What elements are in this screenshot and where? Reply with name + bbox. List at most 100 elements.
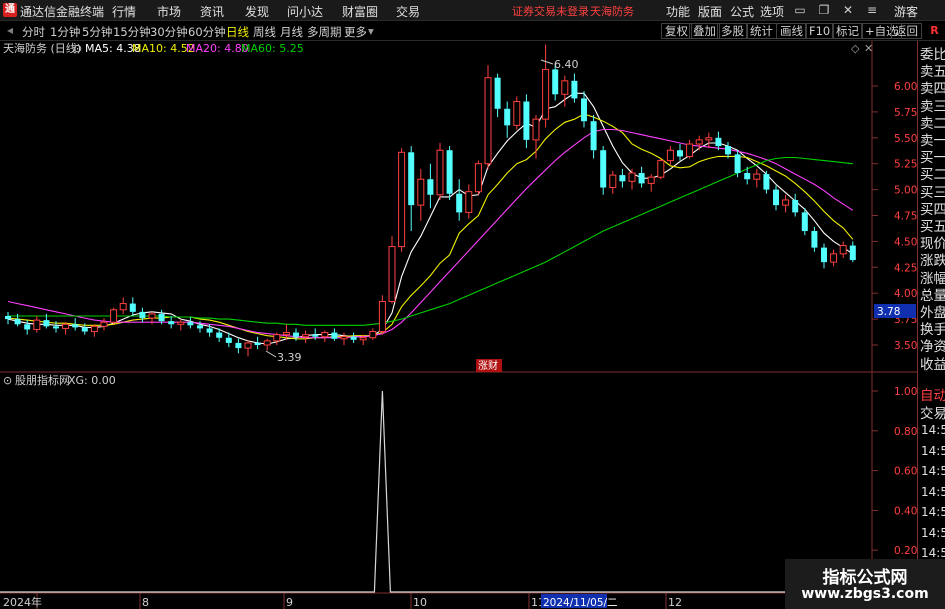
side-r-button[interactable]: R <box>924 22 945 40</box>
period-1min[interactable]: 1分钟 <box>50 24 80 40</box>
candle-body <box>849 245 856 261</box>
price-tick-label: 3.50 <box>894 340 917 352</box>
trade-time: 14:56 <box>921 464 945 478</box>
candle-body <box>715 137 722 147</box>
main-chart-name: 天海防务 (日线) <box>3 41 81 55</box>
candle-body <box>619 175 626 182</box>
candle-body <box>417 178 425 206</box>
candle-body <box>359 337 367 341</box>
price-tick-label: 5.50 <box>894 133 917 145</box>
candle-body <box>705 137 713 141</box>
menu-ask[interactable]: 问小达 <box>287 3 323 20</box>
candle-body <box>5 315 11 320</box>
stats-button[interactable]: 统计 <box>746 23 777 39</box>
candle-body <box>763 174 770 190</box>
period-timeshare[interactable]: 分时 <box>22 24 45 40</box>
period-more[interactable]: 更多 <box>344 24 367 40</box>
trade-time: 14:56 <box>921 443 945 458</box>
menu-quotes[interactable]: 行情 <box>112 3 136 20</box>
candle-body <box>494 77 501 109</box>
candle-body <box>734 154 741 174</box>
draw-button[interactable]: 画线 <box>776 23 807 39</box>
candle-body <box>235 342 242 349</box>
period-5min[interactable]: 5分钟 <box>82 24 112 40</box>
mark-button[interactable]: 标记 <box>832 23 863 39</box>
trade-time: 14:56 <box>921 525 945 540</box>
cursor-date: 2024/11/05/二 <box>543 597 618 609</box>
menu-options[interactable]: 选项 <box>760 3 784 20</box>
candle-body <box>369 331 377 339</box>
candle-body <box>388 246 396 302</box>
xg-tick-label: 0.80 <box>894 426 917 438</box>
candle-body <box>677 150 683 157</box>
close-pane-icon[interactable]: ✕ <box>864 42 873 55</box>
arrow-left-icon[interactable]: ◂ <box>2 23 18 38</box>
adjust-button[interactable]: 复权 <box>661 23 692 39</box>
period-30min[interactable]: 30分钟 <box>150 24 188 40</box>
candle-body <box>350 336 357 340</box>
menu-icon[interactable]: ≡ <box>864 3 880 18</box>
diamond-icon[interactable]: ◇ <box>851 42 860 55</box>
period-weekly[interactable]: 周线 <box>253 24 276 40</box>
menu-wealth[interactable]: 财富圈 <box>342 3 378 20</box>
candle-body <box>725 146 731 155</box>
event-tag[interactable]: 涨财 <box>478 359 498 372</box>
date-label: 8 <box>142 596 149 609</box>
stock-title: 天海防务 <box>590 5 634 18</box>
candle-body <box>446 150 453 194</box>
date-label: 10 <box>413 596 427 609</box>
back-button[interactable]: 返回 <box>891 23 922 39</box>
menu-formula[interactable]: 公式 <box>730 3 754 20</box>
menu-layout[interactable]: 版面 <box>698 3 722 20</box>
menu-discover[interactable]: 发现 <box>245 3 269 20</box>
candle-body <box>158 313 165 322</box>
minimize-icon[interactable]: ▭ <box>792 3 808 18</box>
candle-body <box>72 324 79 328</box>
settings-circle-icon[interactable]: ⊙ <box>3 374 12 387</box>
main-info-bar: 天海防务 (日线) ⊙ MA5: 4.38 MA10: 4.52 MA20: 4… <box>3 41 873 55</box>
candle-body <box>408 152 415 206</box>
period-daily[interactable]: 日线 <box>226 24 249 40</box>
period-monthly[interactable]: 月线 <box>280 24 303 40</box>
xg-plot <box>0 390 870 593</box>
xg-label: XG: 0.00 <box>68 374 116 387</box>
candle-body <box>744 173 751 180</box>
date-label: 12 <box>668 596 682 609</box>
candle-body <box>773 189 779 206</box>
login-status[interactable]: 证券交易未登录 <box>512 3 589 19</box>
candle-body <box>695 139 703 145</box>
price-tick-label: 6.00 <box>894 81 917 93</box>
multi-stock-button[interactable]: 多股 <box>717 23 748 39</box>
period-toolbar: ◂ 分时 1分钟 5分钟 15分钟 30分钟 60分钟 日线 周线 月线 多周期… <box>0 21 945 41</box>
candle-body <box>168 321 175 325</box>
period-60min[interactable]: 60分钟 <box>188 24 226 40</box>
restore-icon[interactable]: ❐ <box>816 3 832 18</box>
auto-trade-label[interactable]: 自动 <box>920 384 945 404</box>
overlay-button[interactable]: 叠加 <box>689 23 720 39</box>
guest-label[interactable]: 游客 <box>894 3 918 20</box>
low-label: 3.39 <box>277 351 302 364</box>
settings-circle-icon[interactable]: ⊙ <box>73 42 82 55</box>
candle-body <box>427 179 434 195</box>
current-price: 3.78 <box>877 306 900 318</box>
menu-trade[interactable]: 交易 <box>396 3 420 20</box>
menu-market[interactable]: 市场 <box>157 3 181 20</box>
kline-chart[interactable]: 6.005.755.505.255.004.754.504.254.003.75… <box>0 41 917 609</box>
more-dropdown-icon[interactable]: ▾ <box>368 24 374 38</box>
candle-body <box>263 340 271 346</box>
menu-function[interactable]: 功能 <box>666 3 690 20</box>
period-multi[interactable]: 多周期 <box>307 24 342 40</box>
close-icon[interactable]: ✕ <box>840 3 856 18</box>
sub-info-bar: ⊙ 股朋指标网 XG: 0.00 <box>3 373 116 387</box>
candle-body <box>504 108 511 126</box>
menu-news[interactable]: 资讯 <box>200 3 224 20</box>
f10-button[interactable]: F10 <box>805 23 835 39</box>
candle-body <box>647 176 655 184</box>
app-name: 通达信金融终端 <box>20 5 105 19</box>
price-tick-label: 5.00 <box>894 185 917 197</box>
candle-body <box>62 323 70 329</box>
candle-body <box>139 311 146 319</box>
trade-label[interactable]: 交易 <box>920 402 945 422</box>
period-15min[interactable]: 15分钟 <box>113 24 151 40</box>
candle-body <box>43 320 50 327</box>
